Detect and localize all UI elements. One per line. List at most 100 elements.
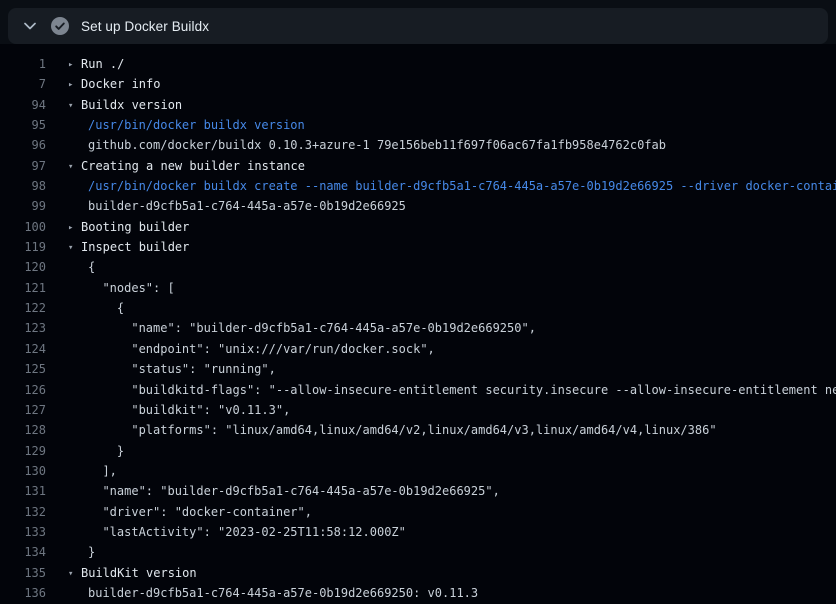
log-group-toggle[interactable]: ▸Docker info (68, 74, 836, 94)
line-number[interactable]: 95 (0, 115, 46, 135)
log-line-text: "buildkit": "v0.11.3", (88, 400, 836, 420)
log-line-text: Creating a new builder instance (81, 159, 305, 173)
line-number[interactable]: 127 (0, 400, 46, 420)
log-line: 133 "lastActivity": "2023-02-25T11:58:12… (0, 522, 836, 542)
line-number[interactable]: 119 (0, 237, 46, 257)
log-line-text: { (88, 298, 836, 318)
group-toggle-icon: ▾ (68, 238, 81, 257)
log-line: 132 "driver": "docker-container", (0, 502, 836, 522)
line-number[interactable]: 133 (0, 522, 46, 542)
actions-log-viewer: Set up Docker Buildx 1 ▸Run ./ 7 ▸Docker… (0, 0, 836, 604)
group-toggle-icon: ▾ (68, 96, 81, 115)
log-line-text: /usr/bin/docker buildx version (88, 118, 305, 132)
line-number[interactable]: 96 (0, 135, 46, 155)
line-number[interactable]: 98 (0, 176, 46, 196)
log-line-text: { (88, 301, 124, 315)
log-line-text: { (88, 257, 836, 277)
log-group-toggle[interactable]: ▾Inspect builder (68, 237, 836, 257)
log-line-text: "name": "builder-d9cfb5a1-c764-445a-a57e… (88, 321, 536, 335)
line-number[interactable]: 124 (0, 339, 46, 359)
log-group-toggle[interactable]: ▾Buildx version (68, 95, 836, 115)
group-toggle-icon: ▾ (68, 564, 81, 583)
line-number[interactable]: 130 (0, 461, 46, 481)
log-line-text: ], (88, 461, 836, 481)
log-line-text: "buildkitd-flags": "--allow-insecure-ent… (88, 380, 836, 400)
line-number[interactable]: 129 (0, 441, 46, 461)
log-line: 7 ▸Docker info (0, 74, 836, 94)
log-group-toggle[interactable]: ▸Booting builder (68, 217, 836, 237)
log-line: 128 "platforms": "linux/amd64,linux/amd6… (0, 420, 836, 440)
log-line-text: "platforms": "linux/amd64,linux/amd64/v2… (88, 423, 717, 437)
log-line: 130 ], (0, 461, 836, 481)
line-number[interactable]: 131 (0, 481, 46, 501)
log-line: 129 } (0, 441, 836, 461)
line-number[interactable]: 128 (0, 420, 46, 440)
group-toggle-icon: ▾ (68, 157, 81, 176)
group-toggle-icon: ▸ (68, 55, 81, 74)
log-pane: 1 ▸Run ./ 7 ▸Docker info 94 ▾Buildx vers… (0, 44, 836, 604)
line-number[interactable]: 97 (0, 156, 46, 176)
log-line-text: } (88, 545, 95, 559)
line-number[interactable]: 121 (0, 278, 46, 298)
log-group-toggle[interactable]: ▸Run ./ (68, 54, 836, 74)
line-number[interactable]: 132 (0, 502, 46, 522)
line-number[interactable]: 122 (0, 298, 46, 318)
log-line-text: Inspect builder (81, 240, 189, 254)
log-line-text: "buildkitd-flags": "--allow-insecure-ent… (88, 383, 836, 397)
line-number[interactable]: 1 (0, 54, 46, 74)
log-line-text: "name": "builder-d9cfb5a1-c764-445a-a57e… (88, 484, 500, 498)
line-number[interactable]: 135 (0, 563, 46, 583)
log-line-text: BuildKit version (81, 566, 197, 580)
check-circle-icon (51, 17, 69, 35)
log-line: 136 builder-d9cfb5a1-c764-445a-a57e-0b19… (0, 583, 836, 603)
log-line: 95 /usr/bin/docker buildx version (0, 115, 836, 135)
log-line-text: Docker info (81, 77, 160, 91)
line-number[interactable]: 136 (0, 583, 46, 603)
log-line: 122 { (0, 298, 836, 318)
log-line-text: /usr/bin/docker buildx create --name bui… (88, 176, 836, 196)
log-line-text: github.com/docker/buildx 0.10.3+azure-1 … (88, 135, 836, 155)
log-line-text: "platforms": "linux/amd64,linux/amd64/v2… (88, 420, 836, 440)
log-line-text: builder-d9cfb5a1-c764-445a-a57e-0b19d2e6… (88, 586, 478, 600)
step-header[interactable]: Set up Docker Buildx (8, 8, 828, 44)
line-number[interactable]: 125 (0, 359, 46, 379)
log-line-text: builder-d9cfb5a1-c764-445a-a57e-0b19d2e6… (88, 583, 836, 603)
log-line-text: "status": "running", (88, 359, 836, 379)
log-line-text: Buildx version (81, 98, 182, 112)
log-line-text: builder-d9cfb5a1-c764-445a-a57e-0b19d2e6… (88, 199, 406, 213)
line-number[interactable]: 7 (0, 74, 46, 94)
log-line: 135 ▾BuildKit version (0, 563, 836, 583)
line-number[interactable]: 134 (0, 542, 46, 562)
log-group-toggle[interactable]: ▾BuildKit version (68, 563, 836, 583)
log-line: 124 "endpoint": "unix:///var/run/docker.… (0, 339, 836, 359)
line-number[interactable]: 100 (0, 217, 46, 237)
log-line: 119 ▾Inspect builder (0, 237, 836, 257)
log-line-text: builder-d9cfb5a1-c764-445a-a57e-0b19d2e6… (88, 196, 836, 216)
chevron-down-icon[interactable] (22, 20, 38, 32)
line-number[interactable]: 94 (0, 95, 46, 115)
log-line: 127 "buildkit": "v0.11.3", (0, 400, 836, 420)
log-line: 1 ▸Run ./ (0, 54, 836, 74)
log-line-text: ], (88, 464, 117, 478)
log-line: 134 } (0, 542, 836, 562)
log-line-text: "nodes": [ (88, 281, 175, 295)
log-line: 94 ▾Buildx version (0, 95, 836, 115)
line-number[interactable]: 123 (0, 318, 46, 338)
log-line-text: Booting builder (81, 220, 189, 234)
log-line-text: "endpoint": "unix:///var/run/docker.sock… (88, 339, 836, 359)
log-line-text: "lastActivity": "2023-02-25T11:58:12.000… (88, 522, 836, 542)
log-line: 120 { (0, 257, 836, 277)
line-number[interactable]: 99 (0, 196, 46, 216)
log-line-text: } (88, 444, 124, 458)
line-number[interactable]: 120 (0, 257, 46, 277)
log-line-text: "name": "builder-d9cfb5a1-c764-445a-a57e… (88, 481, 836, 501)
step-title: Set up Docker Buildx (81, 19, 209, 34)
log-group-toggle[interactable]: ▾Creating a new builder instance (68, 156, 836, 176)
log-line-text: /usr/bin/docker buildx create --name bui… (88, 179, 836, 193)
line-number[interactable]: 126 (0, 380, 46, 400)
log-line-text: /usr/bin/docker buildx version (88, 115, 836, 135)
group-toggle-icon: ▸ (68, 218, 81, 237)
log-line-text: "driver": "docker-container", (88, 502, 836, 522)
log-line-text: } (88, 441, 836, 461)
log-line: 97 ▾Creating a new builder instance (0, 156, 836, 176)
